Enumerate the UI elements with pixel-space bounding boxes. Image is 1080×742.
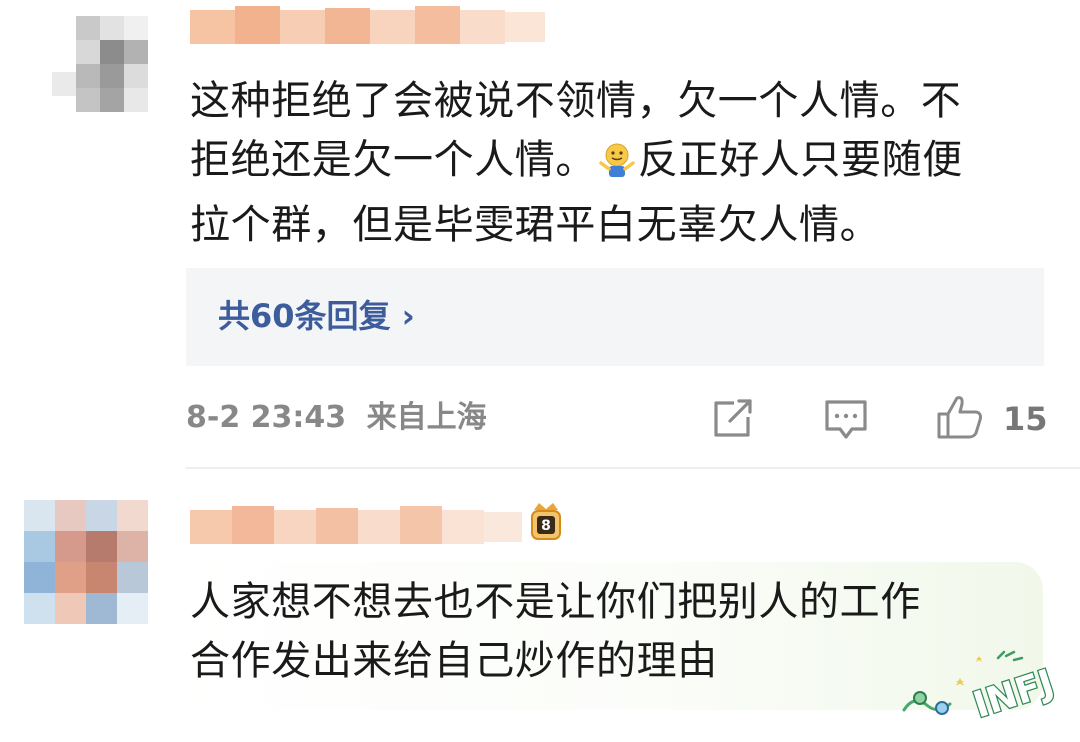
person-shrugging-emoji-icon [598, 137, 636, 196]
like-count: 15 [1003, 400, 1048, 438]
comment-line: 人家想不想去也不是让你们把别人的工作 [190, 579, 921, 625]
comment-line: 拉个群，但是毕雯珺平白无辜欠人情。 [190, 202, 881, 248]
comment-line: 拒绝还是欠一个人情。 反正好人只要随便 [190, 131, 1060, 196]
level-number: 8 [541, 518, 551, 534]
comment-line: 这种拒绝了会被说不领情，欠一个人情。不 [190, 78, 962, 124]
sticker-text: INFJ [969, 662, 1059, 726]
comment-meta: 8-2 23:43 来自上海 [186, 396, 487, 440]
thumbs-up-icon[interactable] [936, 394, 984, 440]
replies-panel: 共60条回复 › [186, 268, 1044, 366]
location: 来自上海 [366, 400, 487, 435]
comment-divider [186, 467, 1080, 469]
view-replies-link[interactable]: 共60条回复 › [218, 294, 415, 338]
infj-sticker-icon: INFJ [898, 648, 1068, 728]
share-icon[interactable] [712, 399, 754, 439]
crown-level-badge-icon[interactable]: 8 [528, 500, 564, 544]
avatar[interactable] [24, 500, 148, 624]
comment-icon[interactable] [824, 399, 868, 441]
comment-text: 这种拒绝了会被说不领情，欠一个人情。不 拒绝还是欠一个人情。 反正好人只要随便 … [190, 72, 1060, 255]
username-redacted[interactable] [190, 2, 555, 52]
timestamp: 8-2 23:43 [186, 400, 347, 435]
username-redacted[interactable] [190, 502, 525, 552]
avatar[interactable] [48, 8, 148, 120]
